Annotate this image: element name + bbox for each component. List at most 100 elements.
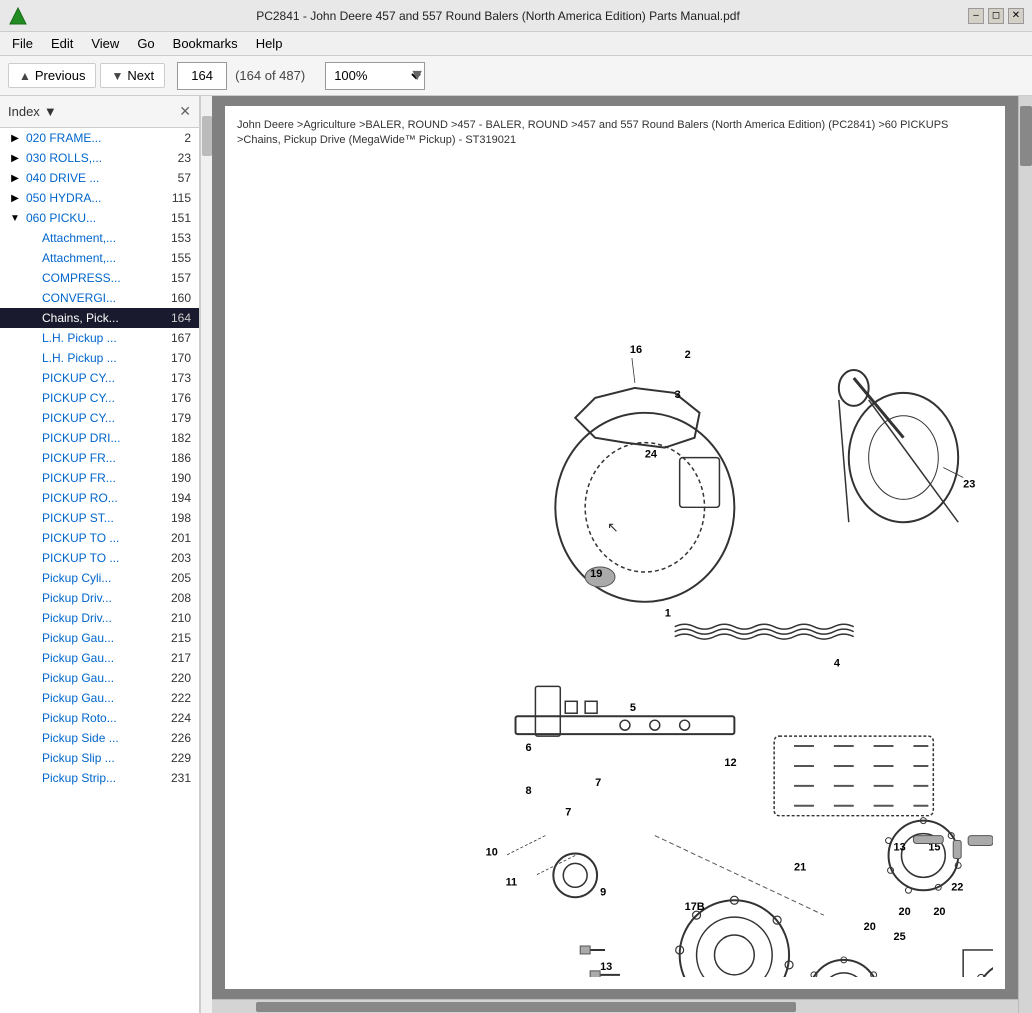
sidebar-item-page: 205 — [171, 571, 191, 585]
pdf-page: John Deere >Agriculture >BALER, ROUND >4… — [225, 106, 1005, 989]
close-button[interactable]: ✕ — [1008, 8, 1024, 24]
sidebar-item-060-23[interactable]: Pickup Gau...220 — [0, 668, 199, 688]
sidebar-item-060-1[interactable]: Attachment,...153 — [0, 228, 199, 248]
sidebar-item-030[interactable]: ▶030 ROLLS,...23 — [0, 148, 199, 168]
sidebar-item-020[interactable]: ▶020 FRAME...2 — [0, 128, 199, 148]
menu-help[interactable]: Help — [248, 34, 291, 53]
horizontal-scrollbar[interactable] — [212, 999, 1018, 1013]
sidebar-item-060-7[interactable]: L.H. Pickup ...170 — [0, 348, 199, 368]
sidebar-item-060-9[interactable]: PICKUP CY...176 — [0, 388, 199, 408]
next-button[interactable]: ▼ Next — [100, 63, 165, 88]
sidebar-item-060[interactable]: ▼060 PICKU...151 — [0, 208, 199, 228]
sidebar-item-page: 208 — [171, 591, 191, 605]
sidebar-item-page: 201 — [171, 531, 191, 545]
menu-view[interactable]: View — [83, 34, 127, 53]
sidebar-item-060-20[interactable]: Pickup Driv...210 — [0, 608, 199, 628]
page-input[interactable] — [177, 62, 227, 90]
expand-spacer — [24, 751, 38, 765]
svg-text:7: 7 — [595, 777, 601, 789]
dropdown-icon: ▼ — [44, 104, 57, 119]
window-title: PC2841 - John Deere 457 and 557 Round Ba… — [28, 9, 968, 23]
sidebar-item-060-27[interactable]: Pickup Slip ...229 — [0, 748, 199, 768]
sidebar-item-page: 155 — [171, 251, 191, 265]
svg-text:21: 21 — [794, 861, 806, 873]
sidebar-item-060-12[interactable]: PICKUP FR...186 — [0, 448, 199, 468]
h-scrollbar-thumb[interactable] — [256, 1002, 796, 1012]
sidebar-scrollbar-thumb[interactable] — [202, 116, 212, 156]
sidebar-item-page: 217 — [171, 651, 191, 665]
sidebar-item-060-3[interactable]: COMPRESS...157 — [0, 268, 199, 288]
menu-edit[interactable]: Edit — [43, 34, 81, 53]
sidebar-item-label: Chains, Pick... — [42, 311, 167, 325]
sidebar-item-page: 182 — [171, 431, 191, 445]
sidebar-item-page: 215 — [171, 631, 191, 645]
sidebar-item-060-14[interactable]: PICKUP RO...194 — [0, 488, 199, 508]
sidebar-item-060-18[interactable]: Pickup Cyli...205 — [0, 568, 199, 588]
sidebar-item-page: 23 — [178, 151, 191, 165]
sidebar-item-page: 186 — [171, 451, 191, 465]
sidebar-item-label: PICKUP CY... — [42, 411, 167, 425]
parts-diagram: 16 2 3 24 19 1 — [237, 157, 993, 977]
expand-spacer — [24, 291, 38, 305]
sidebar-item-label: 020 FRAME... — [26, 131, 180, 145]
svg-text:8: 8 — [525, 785, 531, 797]
sidebar-item-label: PICKUP CY... — [42, 371, 167, 385]
sidebar-item-060-4[interactable]: CONVERGI...160 — [0, 288, 199, 308]
sidebar-item-label: L.H. Pickup ... — [42, 351, 167, 365]
sidebar-item-page: 176 — [171, 391, 191, 405]
menu-go[interactable]: Go — [129, 34, 162, 53]
restore-button[interactable]: ◻ — [988, 8, 1004, 24]
sidebar-item-060-6[interactable]: L.H. Pickup ...167 — [0, 328, 199, 348]
vertical-scrollbar[interactable] — [1018, 96, 1032, 1013]
sidebar-item-050[interactable]: ▶050 HYDRA...115 — [0, 188, 199, 208]
sidebar-item-060-2[interactable]: Attachment,... 155 — [0, 248, 199, 268]
sidebar-item-label: Attachment,... — [42, 251, 167, 265]
expand-spacer — [24, 691, 38, 705]
sidebar-item-page: 153 — [171, 231, 191, 245]
sidebar-item-060-22[interactable]: Pickup Gau...217 — [0, 648, 199, 668]
svg-text:24: 24 — [645, 448, 658, 460]
zoom-select[interactable]: 50% 75% 100% 125% 150% 200% — [325, 62, 425, 90]
expand-spacer — [24, 311, 38, 325]
sidebar-item-060-15[interactable]: PICKUP ST...198 — [0, 508, 199, 528]
svg-text:20: 20 — [933, 906, 945, 918]
sidebar-item-label: Pickup Gau... — [42, 631, 167, 645]
sidebar-item-page: 220 — [171, 671, 191, 685]
menu-bookmarks[interactable]: Bookmarks — [165, 34, 246, 53]
sidebar-item-060-24[interactable]: Pickup Gau...222 — [0, 688, 199, 708]
sidebar-item-060-11[interactable]: PICKUP DRI...182 — [0, 428, 199, 448]
expand-icon: ▼ — [8, 211, 22, 225]
sidebar-item-060-16[interactable]: PICKUP TO ...201 — [0, 528, 199, 548]
sidebar-item-page: 210 — [171, 611, 191, 625]
sidebar-item-060-13[interactable]: PICKUP FR...190 — [0, 468, 199, 488]
svg-text:20: 20 — [864, 921, 876, 933]
expand-spacer — [24, 711, 38, 725]
sidebar-item-page: 115 — [172, 191, 191, 205]
sidebar-item-060-19[interactable]: Pickup Driv...208 — [0, 588, 199, 608]
sidebar-title[interactable]: Index ▼ — [8, 104, 57, 119]
minimize-button[interactable]: – — [968, 8, 984, 24]
sidebar-item-060-8[interactable]: PICKUP CY...173 — [0, 368, 199, 388]
sidebar-content[interactable]: ▶020 FRAME...2▶030 ROLLS,...23▶040 DRIVE… — [0, 128, 199, 1013]
sidebar-close-button[interactable]: ✕ — [179, 103, 191, 120]
previous-button[interactable]: ▲ Previous — [8, 63, 96, 88]
sidebar-item-060-21[interactable]: Pickup Gau... 215 — [0, 628, 199, 648]
sidebar-item-060-5[interactable]: Chains, Pick...164 — [0, 308, 199, 328]
sidebar-item-060-26[interactable]: Pickup Side ...226 — [0, 728, 199, 748]
sidebar-item-label: Pickup Gau... — [42, 691, 167, 705]
sidebar-item-060-25[interactable]: Pickup Roto...224 — [0, 708, 199, 728]
v-scrollbar-thumb[interactable] — [1020, 106, 1032, 166]
sidebar-item-label: PICKUP TO ... — [42, 551, 167, 565]
toolbar: ▲ Previous ▼ Next (164 of 487) 50% 75% 1… — [0, 56, 1032, 96]
window-controls[interactable]: – ◻ ✕ — [968, 8, 1024, 24]
expand-spacer — [24, 451, 38, 465]
sidebar-item-page: 224 — [171, 711, 191, 725]
sidebar-scrollbar[interactable] — [200, 96, 212, 1013]
sidebar-item-060-28[interactable]: Pickup Strip...231 — [0, 768, 199, 788]
svg-text:16: 16 — [630, 344, 642, 356]
sidebar-item-040[interactable]: ▶040 DRIVE ...57 — [0, 168, 199, 188]
menu-file[interactable]: File — [4, 34, 41, 53]
sidebar-item-060-17[interactable]: PICKUP TO ...203 — [0, 548, 199, 568]
expand-spacer — [24, 611, 38, 625]
sidebar-item-060-10[interactable]: PICKUP CY...179 — [0, 408, 199, 428]
